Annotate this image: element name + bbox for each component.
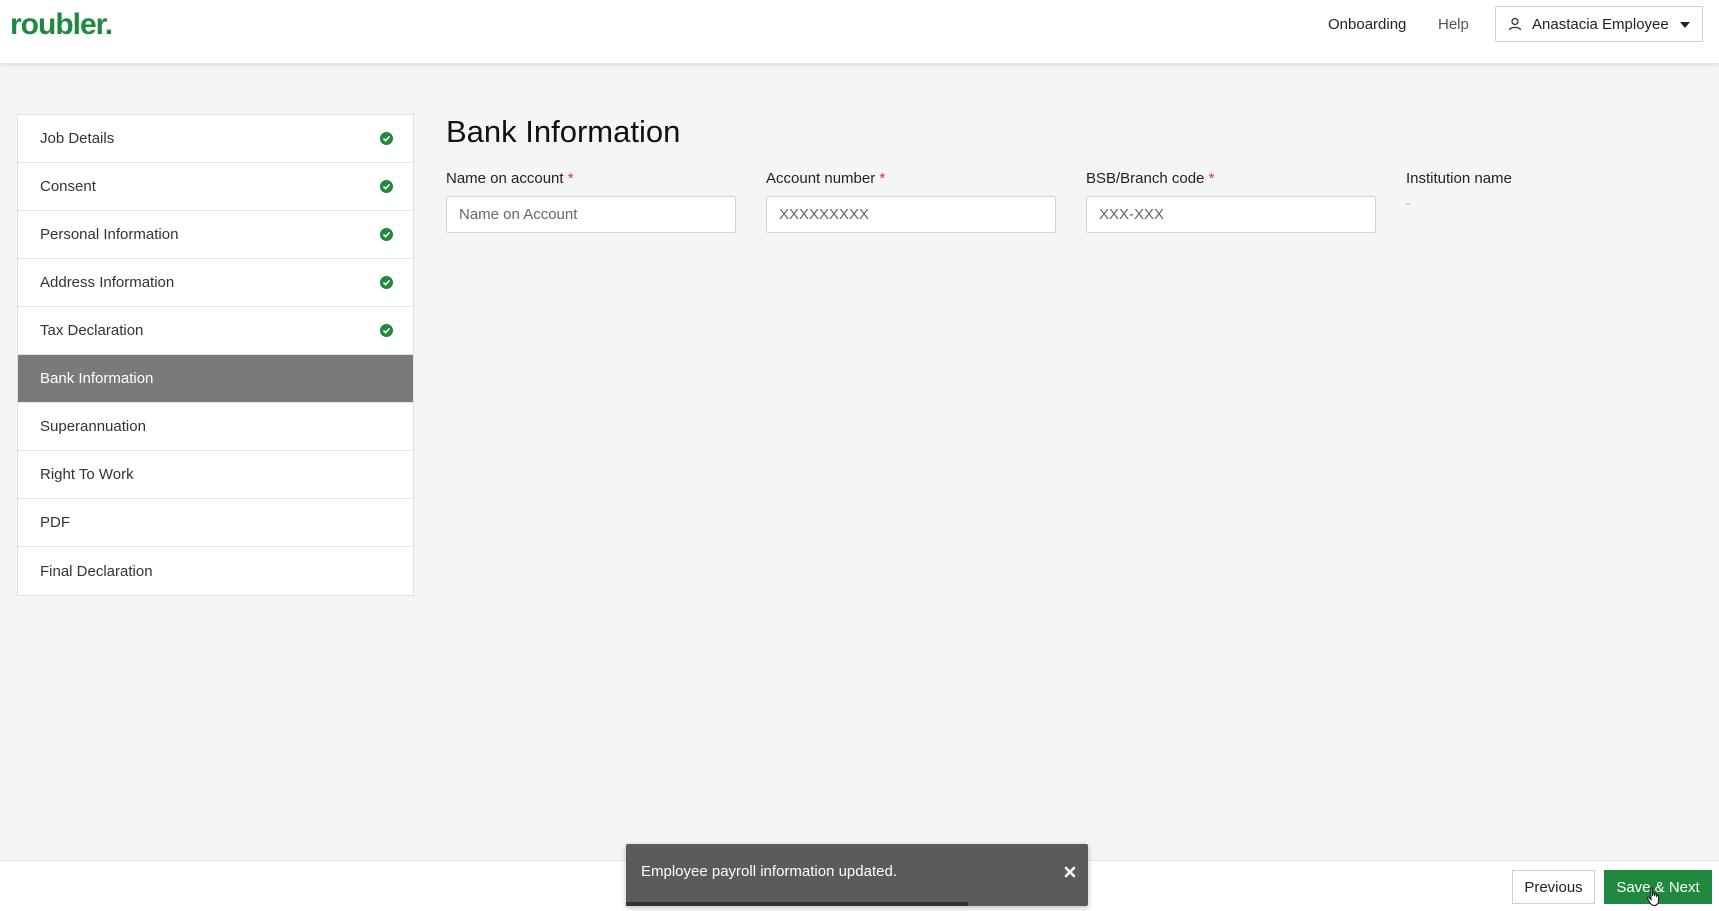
label-text: BSB/Branch code: [1086, 170, 1205, 187]
sidebar-item-consent[interactable]: Consent: [18, 163, 413, 211]
bsb-branch-code-label: BSB/Branch code *: [1086, 170, 1376, 192]
label-text: Account number: [766, 170, 876, 187]
onboarding-steps-sidebar: Job Details Consent Personal Information…: [17, 114, 414, 596]
sidebar-item-tax-declaration[interactable]: Tax Declaration: [18, 307, 413, 355]
previous-button[interactable]: Previous: [1512, 870, 1595, 904]
name-on-account-input[interactable]: [446, 196, 736, 233]
account-number-group: Account number *: [766, 170, 1056, 233]
sidebar-item-address-information[interactable]: Address Information: [18, 259, 413, 307]
sidebar-item-pdf[interactable]: PDF: [18, 499, 413, 547]
required-marker: *: [1208, 170, 1215, 187]
sidebar-item-label: Right To Work: [40, 466, 134, 483]
required-marker: *: [567, 170, 574, 187]
sidebar-item-right-to-work[interactable]: Right To Work: [18, 451, 413, 499]
top-bar: roubler. Onboarding Help Anastacia Emplo…: [0, 0, 1719, 64]
sidebar-item-label: PDF: [40, 514, 70, 531]
roubler-logo[interactable]: roubler.: [10, 8, 113, 42]
toast-progress-bar: [626, 902, 968, 906]
page-title: Bank Information: [446, 114, 681, 149]
sidebar-item-label: Bank Information: [40, 370, 154, 387]
nav-help-link[interactable]: Help: [1438, 16, 1469, 33]
hand-cursor-icon: [1647, 887, 1660, 907]
institution-name-label: Institution name: [1406, 170, 1512, 187]
sidebar-item-job-details[interactable]: Job Details: [18, 115, 413, 163]
sidebar-item-label: Final Declaration: [40, 562, 153, 580]
sidebar-item-label: Address Information: [40, 274, 175, 291]
user-menu-dropdown[interactable]: Anastacia Employee: [1495, 6, 1703, 42]
close-icon[interactable]: [1064, 866, 1076, 878]
sidebar-item-label: Consent: [40, 178, 96, 195]
check-circle-icon: [380, 132, 393, 145]
name-on-account-label: Name on account *: [446, 170, 736, 192]
check-circle-icon: [380, 180, 393, 193]
label-text: Name on account: [446, 170, 564, 187]
notification-toast: Employee payroll information updated.: [626, 844, 1088, 906]
sidebar-item-label: Tax Declaration: [40, 322, 144, 339]
check-circle-icon: [380, 324, 393, 337]
sidebar-item-final-declaration[interactable]: Final Declaration: [18, 547, 413, 595]
sidebar-item-personal-information[interactable]: Personal Information: [18, 211, 413, 259]
sidebar-item-bank-information[interactable]: Bank Information: [18, 355, 413, 403]
sidebar-item-label: Superannuation: [40, 418, 146, 435]
institution-name-value: -: [1406, 196, 1410, 210]
institution-name-group: Institution name -: [1406, 170, 1512, 210]
toast-message: Employee payroll information updated.: [641, 863, 897, 880]
nav-onboarding-link[interactable]: Onboarding: [1328, 16, 1406, 33]
bsb-branch-code-group: BSB/Branch code *: [1086, 170, 1376, 233]
name-on-account-group: Name on account *: [446, 170, 736, 233]
bsb-branch-code-input[interactable]: [1086, 196, 1376, 233]
user-icon: [1508, 17, 1522, 31]
account-number-label: Account number *: [766, 170, 1056, 192]
check-circle-icon: [380, 276, 393, 289]
account-number-input[interactable]: [766, 196, 1056, 233]
sidebar-item-label: Personal Information: [40, 226, 179, 243]
sidebar-item-superannuation[interactable]: Superannuation: [18, 403, 413, 451]
required-marker: *: [879, 170, 886, 187]
user-name: Anastacia Employee: [1532, 15, 1669, 33]
chevron-down-icon: [1680, 22, 1690, 28]
check-circle-icon: [380, 228, 393, 241]
sidebar-item-label: Job Details: [40, 130, 115, 147]
